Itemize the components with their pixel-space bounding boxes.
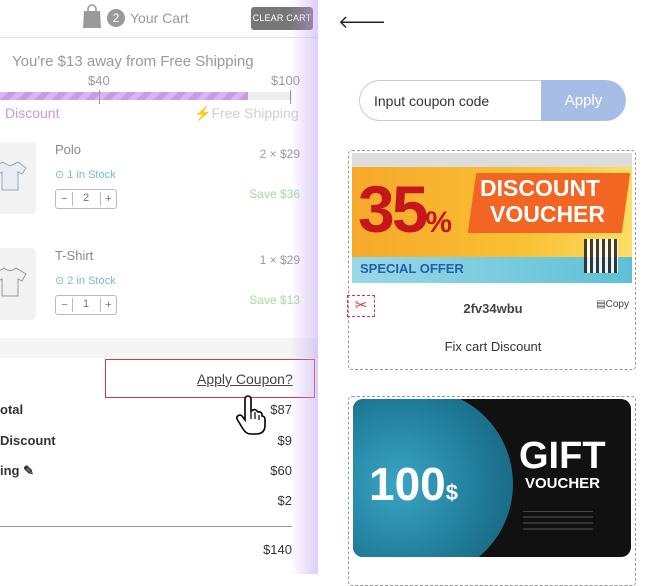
shipping-progress-fill <box>0 92 249 100</box>
stock-status: ⊙ 2 in Stock <box>55 275 116 287</box>
coupon-card[interactable]: 35% DISCOUNT VOUCHER SPECIAL OFFER ✂ 2fv… <box>347 150 636 370</box>
panel-shadow <box>290 0 318 574</box>
copy-icon: ▤ <box>596 299 606 310</box>
apply-coupon-link[interactable]: Apply Coupon? <box>197 371 293 387</box>
cart-panel: 2 Your Cart CLEAR CART You're $13 away f… <box>0 0 318 574</box>
cart-count-badge: 2 <box>107 9 125 27</box>
quantity-stepper[interactable]: − 1 + <box>55 295 117 315</box>
special-offer-text: SPECIAL OFFER <box>360 261 464 276</box>
polo-shirt-icon <box>0 161 27 191</box>
cart-item: Polo ⊙ 1 in Stock − 2 + 2 × $29 Save $36 <box>0 142 318 242</box>
product-image <box>0 248 36 320</box>
coupon-card[interactable]: 100$ GIFT VOUCHER <box>348 396 636 586</box>
apply-coupon-button[interactable]: Apply <box>541 80 626 121</box>
subtotal-value: $87 <box>270 402 292 417</box>
voucher-line-2: VOUCHER <box>490 201 606 227</box>
coupon-code: 2fv34wbu <box>463 301 523 316</box>
shipping-message: You're $13 away from Free Shipping <box>12 53 254 70</box>
quantity-value: 1 <box>82 298 90 310</box>
qr-code-icon <box>584 239 618 273</box>
section-divider <box>0 338 318 358</box>
progress-tick-label: $40 <box>88 73 110 88</box>
hand-pointer-icon <box>236 395 266 435</box>
increase-quantity-button[interactable]: + <box>100 192 116 206</box>
cart-header: 2 Your Cart CLEAR CART <box>0 0 318 38</box>
quantity-value: 2 <box>82 192 90 204</box>
pencil-icon[interactable]: ✎ <box>23 463 34 478</box>
coupon-image: 100$ GIFT VOUCHER <box>353 399 631 557</box>
increase-quantity-button[interactable]: + <box>100 298 116 312</box>
voucher-fine-print <box>523 511 593 535</box>
stock-status: ⊙ 1 in Stock <box>55 169 116 181</box>
shipping-label: ing ✎ <box>0 463 35 478</box>
quantity-stepper[interactable]: − 2 + <box>55 189 117 209</box>
coupon-percent: 35% <box>358 172 453 246</box>
coupon-panel: 🡐 Apply 35% DISCOUNT VOUCHER SPECIAL OFF… <box>318 0 653 586</box>
coupon-description: Fix cart Discount <box>444 339 542 354</box>
subtotal-label: otal <box>0 402 24 417</box>
discount-label: Discount <box>0 433 56 448</box>
grand-total-value: $140 <box>263 542 292 557</box>
decrease-quantity-button[interactable]: − <box>57 298 73 312</box>
free-shipping-milestone-label: ⚡Free Shipping <box>194 105 299 121</box>
shopping-bag-icon <box>83 4 101 28</box>
back-arrow-icon[interactable]: 🡐 <box>338 12 386 33</box>
gift-amount: 100$ <box>369 458 458 510</box>
gift-line-2: VOUCHER <box>525 475 601 492</box>
voucher-line-1: DISCOUNT <box>480 175 601 201</box>
product-name: Polo <box>55 142 82 157</box>
decrease-quantity-button[interactable]: − <box>57 192 73 206</box>
copy-code-button[interactable]: ▤Copy <box>596 299 629 310</box>
shipping-progress-bar <box>0 92 292 100</box>
shipping-value: $60 <box>270 463 292 478</box>
discount-milestone-label: Discount <box>5 105 60 121</box>
gift-line-1: GIFT <box>519 435 606 477</box>
coupon-code-input[interactable] <box>359 80 559 121</box>
cart-item: T-Shirt ⊙ 2 in Stock − 1 + 1 × $29 Save … <box>0 248 318 348</box>
t-shirt-icon <box>0 267 27 297</box>
cart-title: Your Cart <box>130 10 189 26</box>
progress-tick <box>99 90 100 104</box>
coupon-image: 35% DISCOUNT VOUCHER SPECIAL OFFER <box>352 153 632 283</box>
product-image <box>0 142 36 214</box>
totals-divider <box>0 526 292 527</box>
product-name: T-Shirt <box>55 248 94 263</box>
